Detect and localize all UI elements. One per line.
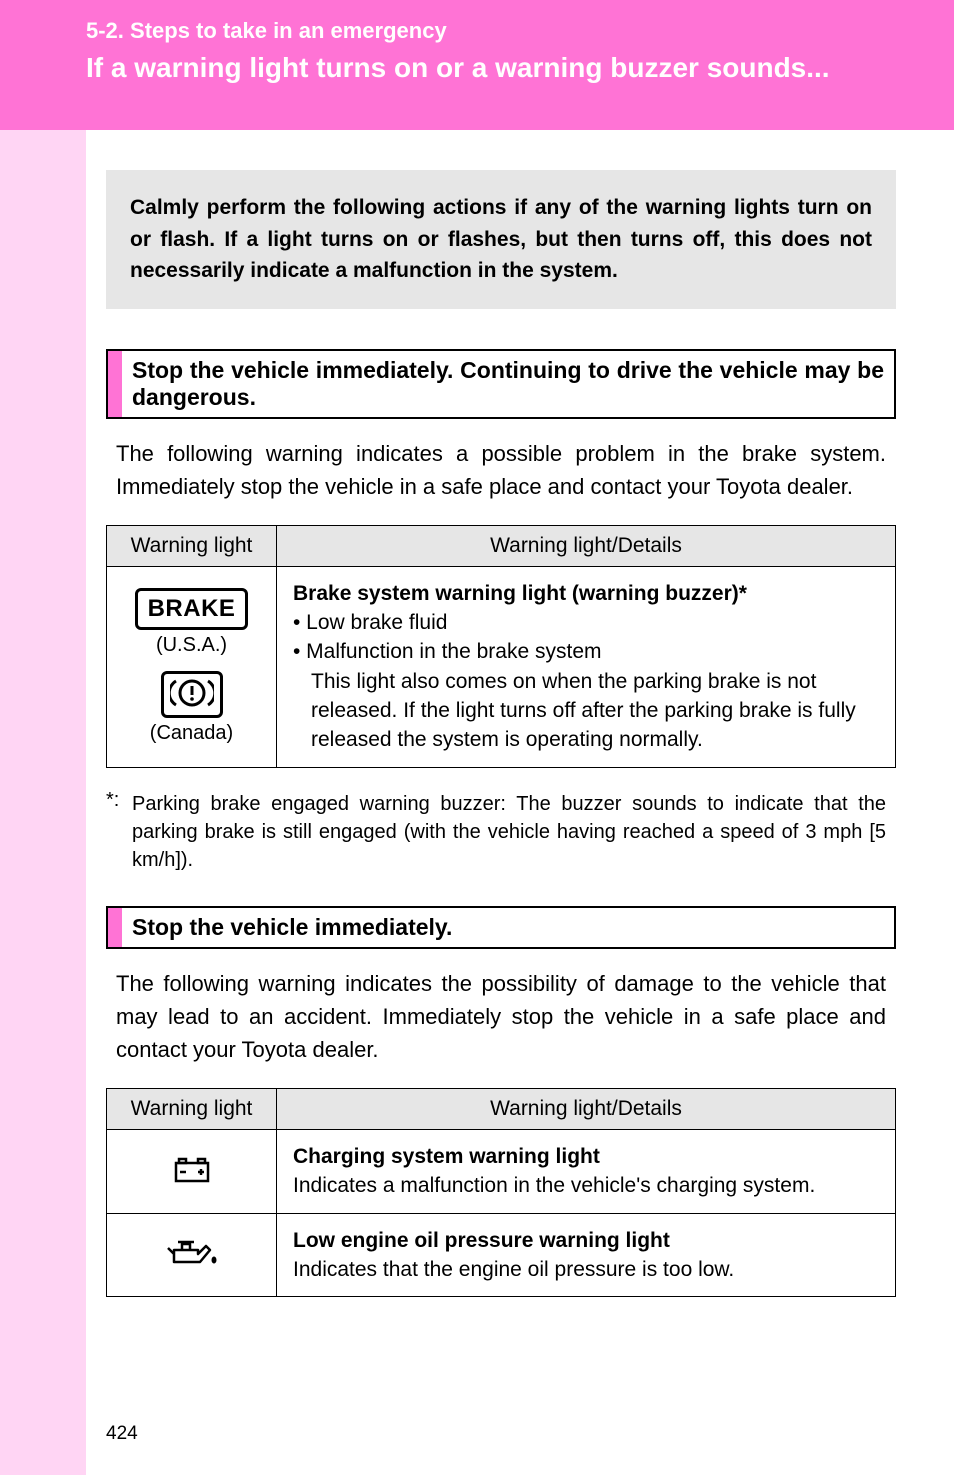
- brake-circle-icon: [161, 671, 223, 718]
- table-header-row: Warning light Warning light/Details: [107, 525, 896, 566]
- footnote: *: Parking brake engaged warning buzzer:…: [106, 786, 886, 874]
- table-row: Charging system warning light Indicates …: [107, 1129, 896, 1213]
- brake-text-icon: BRAKE: [135, 588, 249, 630]
- section-label: 5-2. Steps to take in an emergency: [86, 18, 924, 44]
- heading-accent-bar: [108, 908, 122, 947]
- footnote-marker: *:: [106, 786, 132, 814]
- col-details: Warning light/Details: [277, 1088, 896, 1129]
- table-row: BRAKE (U.S.A.) (Canada): [107, 566, 896, 767]
- warning-subtext: This light also comes on when the parkin…: [293, 667, 879, 755]
- main-content: Calmly perform the following actions if …: [86, 130, 926, 1315]
- oil-icon-cell: [107, 1213, 277, 1297]
- col-details: Warning light/Details: [277, 525, 896, 566]
- brake-details-cell: Brake system warning light (warning buzz…: [277, 566, 896, 767]
- footnote-text: Parking brake engaged warning buzzer: Th…: [106, 790, 886, 874]
- bullet-malfunction: • Malfunction in the brake system: [293, 637, 879, 666]
- table-row: Low engine oil pressure warning light In…: [107, 1213, 896, 1297]
- table-header-row: Warning light Warning light/Details: [107, 1088, 896, 1129]
- page-number: 424: [86, 1423, 138, 1445]
- heading-accent-bar: [108, 351, 122, 417]
- intro-text: Calmly perform the following actions if …: [130, 192, 872, 287]
- section-heading-2: Stop the vehicle immediately.: [106, 906, 896, 949]
- oil-can-icon: [162, 1257, 222, 1274]
- heading-text: Stop the vehicle immediately.: [122, 908, 894, 947]
- region-canada-label: (Canada): [115, 722, 268, 745]
- warning-title: Charging system warning light: [293, 1142, 879, 1171]
- warning-desc: Indicates that the engine oil pressure i…: [293, 1255, 879, 1284]
- warning-table-2: Warning light Warning light/Details C: [106, 1088, 896, 1298]
- section-heading-1: Stop the vehicle immediately. Continuing…: [106, 349, 896, 419]
- brake-icon-cell: BRAKE (U.S.A.) (Canada): [107, 566, 277, 767]
- charging-details-cell: Charging system warning light Indicates …: [277, 1129, 896, 1213]
- warning-table-1: Warning light Warning light/Details BRAK…: [106, 525, 896, 768]
- warning-title: Low engine oil pressure warning light: [293, 1226, 879, 1255]
- warning-title: Brake system warning light (warning buzz…: [293, 579, 879, 608]
- page-header: 5-2. Steps to take in an emergency If a …: [0, 0, 954, 130]
- bullet-low-brake-fluid: • Low brake fluid: [293, 608, 879, 637]
- section2-body: The following warning indicates the poss…: [116, 967, 886, 1066]
- region-usa-label: (U.S.A.): [115, 634, 268, 657]
- col-warning-light: Warning light: [107, 1088, 277, 1129]
- col-warning-light: Warning light: [107, 525, 277, 566]
- intro-box: Calmly perform the following actions if …: [106, 170, 896, 309]
- page-title: If a warning light turns on or a warning…: [86, 52, 924, 84]
- heading-text: Stop the vehicle immediately. Continuing…: [122, 351, 894, 417]
- oil-details-cell: Low engine oil pressure warning light In…: [277, 1213, 896, 1297]
- battery-icon: [168, 1172, 216, 1189]
- left-sidebar: [0, 0, 86, 1475]
- warning-desc: Indicates a malfunction in the vehicle's…: [293, 1171, 879, 1200]
- section1-body: The following warning indicates a possib…: [116, 437, 886, 503]
- battery-icon-cell: [107, 1129, 277, 1213]
